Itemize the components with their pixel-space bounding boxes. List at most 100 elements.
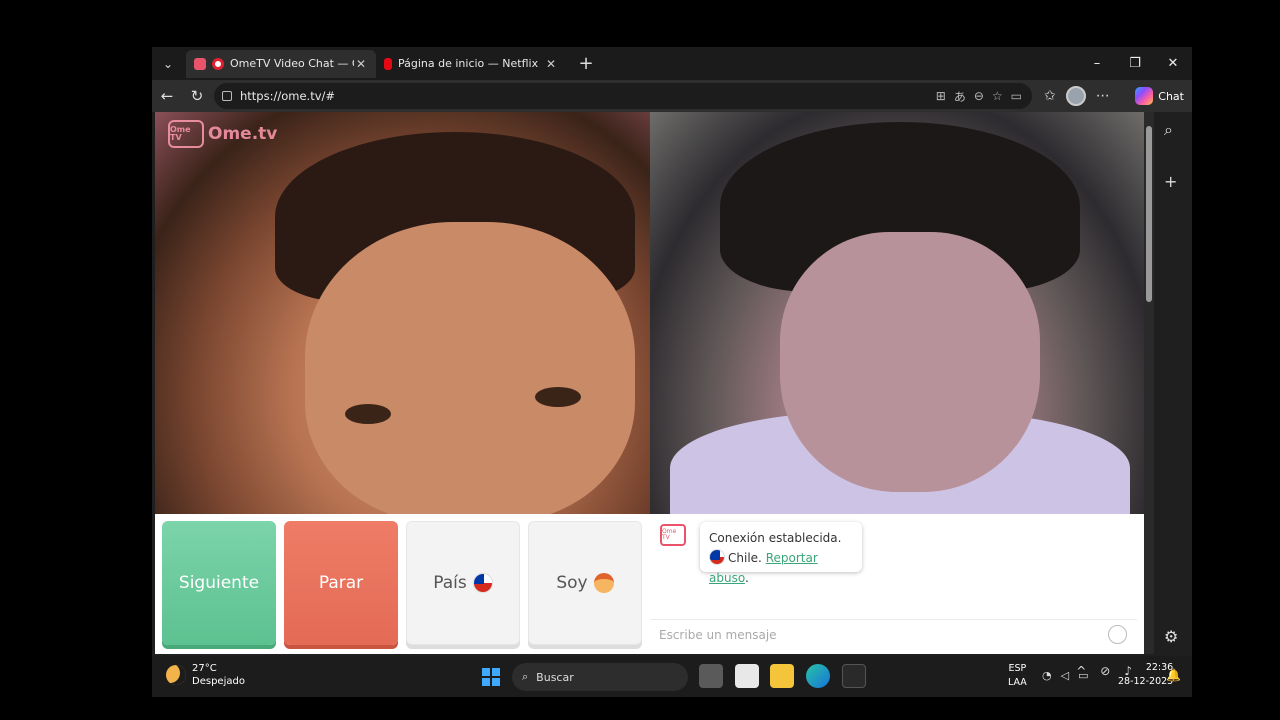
minimize-icon[interactable]: – [1078,47,1116,80]
search-icon: ⌕ [522,670,529,683]
favorite-star-icon[interactable]: ☆ [992,89,1003,103]
profile-avatar[interactable] [1065,86,1086,106]
store-icon[interactable] [735,664,759,688]
ometv-favicon-icon [194,57,206,70]
plus-icon: + [578,53,594,74]
copilot-label: Chat [1158,89,1184,103]
chile-flag-icon [472,573,493,593]
window-controls: – ❐ ✕ [1078,47,1192,80]
new-tab-button[interactable]: + [572,53,600,74]
remote-video [650,112,1144,514]
windows-logo-icon [492,678,500,686]
ometv-mini-logo-icon: Ome TV [660,524,686,546]
lang-bottom: LAA [1008,677,1027,688]
partner-country: Chile. Reportar abuso. [709,548,853,588]
refresh-icon: ↻ [190,87,204,105]
page-scrollbar[interactable] [1144,112,1154,654]
restore-icon[interactable]: ❐ [1116,47,1154,80]
emoji-icon[interactable] [1108,625,1127,644]
volume-icon: ◁ [1060,669,1070,682]
tab-title: Página de inicio — Netflix [398,57,539,70]
windows-taskbar: 27°C Despejado ⌕ Buscar ^ ⊘ ♪ ESP LAA ◔ … [152,656,1192,697]
notification-bell-icon[interactable]: 🔔 [1166,668,1181,682]
clock[interactable]: 22:36 28-12-2025 [1118,661,1173,689]
search-icon[interactable]: ⌕ [1164,120,1173,140]
task-view-icon[interactable] [699,664,723,688]
country-button[interactable]: País [406,521,520,645]
logo-text: Ome.tv [208,124,278,144]
next-button[interactable]: Siguiente [162,521,276,645]
back-button[interactable]: ← [152,82,182,110]
tab-title: OmeTV Video Chat — Omegle [230,57,354,70]
tab-ometv[interactable]: OmeTV Video Chat — Omegle ✕ [186,49,376,78]
battery-icon: ▭ [1078,669,1089,682]
recording-icon [212,57,224,70]
ometv-logo: Ome TV Ome.tv [168,120,277,148]
taskbar-search[interactable]: ⌕ Buscar [512,663,688,691]
edge-sidebar: ⌕ + ⚙ [1154,112,1192,654]
gender-button[interactable]: Soy [528,521,642,645]
scrollbar-thumb[interactable] [1146,126,1152,302]
tab-netflix[interactable]: Página de inicio — Netflix ✕ [376,50,566,78]
tab-bar: ⌄ OmeTV Video Chat — Omegle ✕ Página de … [152,47,1192,80]
edge-icon[interactable] [806,664,830,688]
page-content: Ome TV Ome.tv Siguiente Parar País Soy O… [155,112,1144,654]
address-bar[interactable]: https://ome.tv/# ⊞ あ ⊖ ☆ ▭ [214,83,1032,109]
add-icon[interactable]: + [1164,172,1177,191]
local-video-eye [535,387,581,407]
app-available-icon[interactable]: ⊞ [936,89,946,103]
remote-video-face [780,232,1040,492]
date: 28-12-2025 [1118,676,1174,687]
copilot-icon [1135,87,1154,105]
site-info-icon[interactable] [222,91,232,101]
message-input[interactable]: Escribe un mensaje [650,619,1137,649]
local-video: Ome TV Ome.tv [155,112,650,514]
windows-logo-icon [492,668,500,676]
back-arrow-icon: ← [160,87,174,105]
start-button[interactable] [482,668,500,686]
file-explorer-icon[interactable] [770,664,794,688]
report-suffix: . [744,571,749,585]
chat-controls: Siguiente Parar País Soy [155,514,650,654]
time: 22:36 [1145,662,1174,673]
message-placeholder: Escribe un mensaje [659,627,777,642]
camera-off-icon[interactable]: ⊘ [1100,664,1110,678]
search-label: Buscar [536,670,574,684]
camera-icon[interactable]: ▭ [1011,89,1022,103]
more-menu-icon[interactable]: ⋯ [1096,88,1110,104]
local-video-face [305,222,635,514]
settings-gear-icon[interactable]: ⚙ [1164,627,1178,646]
close-tab-icon[interactable]: ✕ [544,57,558,71]
refresh-button[interactable]: ↻ [182,82,212,110]
weather-widget[interactable]: 27°C Despejado [166,662,245,688]
chile-flag-icon [709,549,725,565]
country-name: Chile. [728,551,762,565]
connection-status: Conexión establecida. [709,531,842,545]
app-icon[interactable] [842,664,866,688]
wifi-icon: ◔ [1042,669,1052,682]
chat-panel: Ome TV Conexión establecida. Chile. Repo… [650,514,1144,654]
moon-icon [166,665,186,685]
tracking-prevention-icon[interactable]: ⊖ [974,89,984,103]
windows-logo-icon [482,678,490,686]
navigation-bar: ← ↻ https://ome.tv/# ⊞ あ ⊖ ☆ ▭ ✩ ⋯ Chat [152,80,1192,112]
report-abuse-link[interactable]: Reportar abuso [709,551,818,585]
gender-label: Soy [556,573,588,593]
chevron-down-icon: ⌄ [162,56,174,71]
copilot-button[interactable]: Chat [1135,84,1184,108]
logo-tv-mark: Ome TV [168,120,204,148]
system-message: Conexión establecida. Chile. Reportar ab… [700,522,862,585]
local-video-eye [345,404,391,424]
quick-settings[interactable]: ◔ ◁ ▭ [1042,669,1088,682]
favorites-icon[interactable]: ✩ [1044,88,1056,104]
omnibox-actions: ⊞ あ ⊖ ☆ ▭ [936,83,1022,109]
temperature: 27°C [192,663,217,674]
translate-icon[interactable]: あ [954,88,966,105]
netflix-favicon-icon [384,57,392,70]
tab-list-button[interactable]: ⌄ [154,50,182,78]
close-tab-icon[interactable]: ✕ [354,57,368,71]
close-icon[interactable]: ✕ [1154,47,1192,80]
browser-window: ⌄ OmeTV Video Chat — Omegle ✕ Página de … [152,47,1192,697]
stop-button[interactable]: Parar [284,521,398,645]
input-language[interactable]: ESP LAA [1008,662,1027,690]
